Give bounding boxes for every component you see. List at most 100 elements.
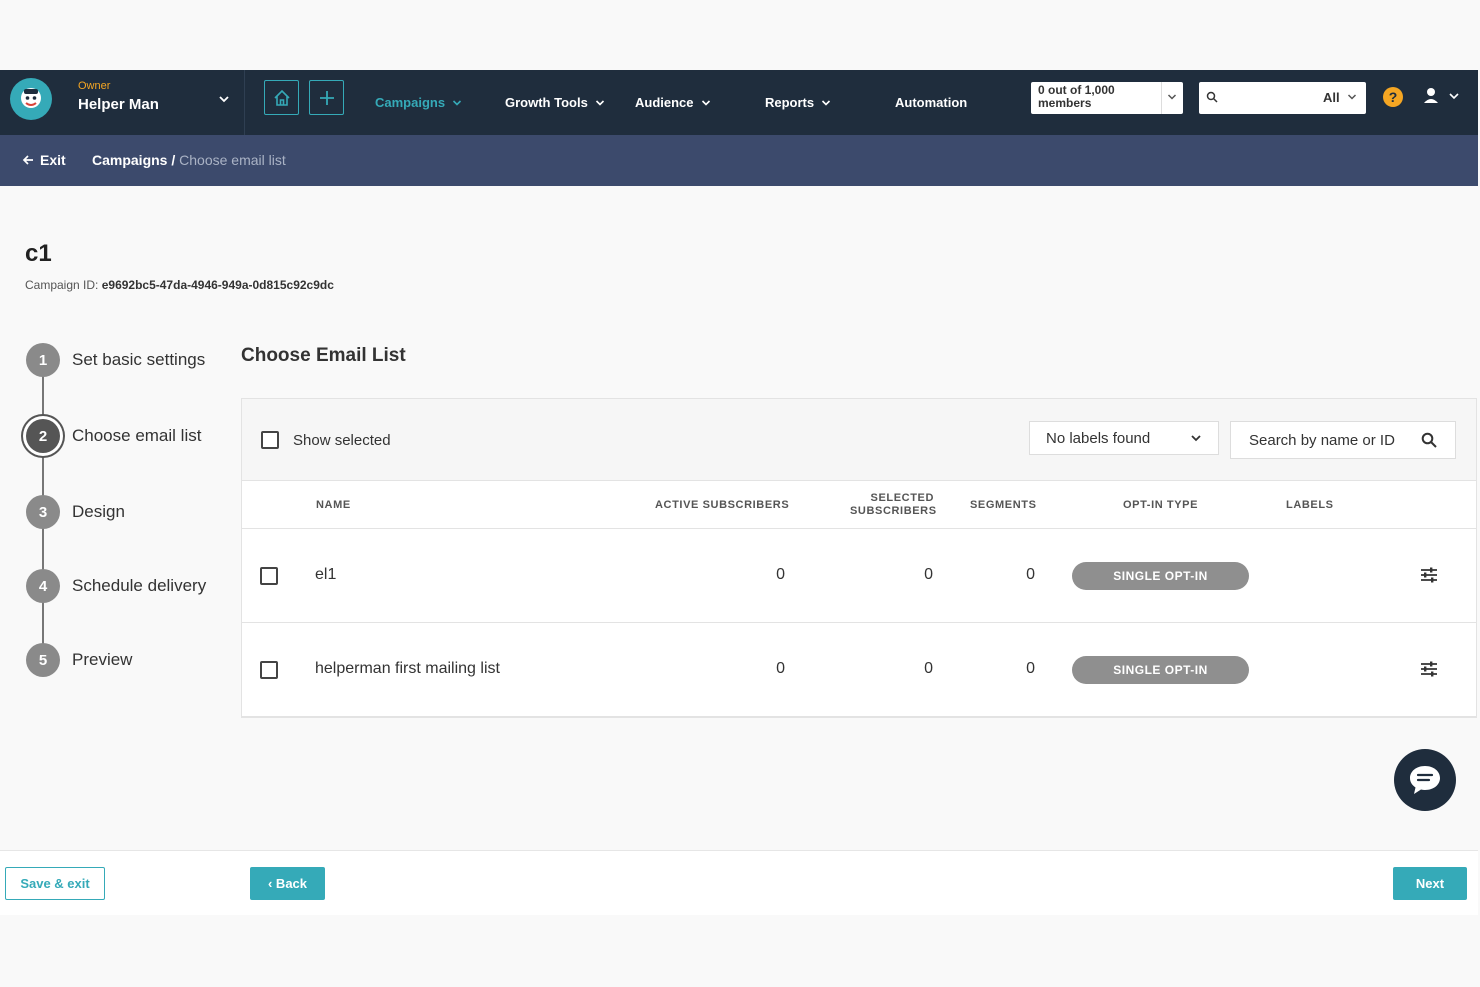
col-selected-line2: SUBSCRIBERS [850, 505, 937, 517]
user-icon [1424, 88, 1459, 103]
owner-label: Owner [78, 80, 111, 92]
top-blank-area [0, 0, 1480, 70]
breadcrumb: Campaigns / Choose email list [92, 152, 286, 168]
page-title: c1 [25, 240, 52, 267]
nav-reports[interactable]: Reports [765, 70, 831, 135]
active-subscribers: 0 [776, 660, 785, 677]
next-button[interactable]: Next [1393, 867, 1467, 900]
step-number: 3 [26, 495, 60, 529]
step-number: 2 [26, 419, 60, 453]
nav-automation-label: Automation [895, 95, 968, 110]
step-number: 1 [26, 343, 60, 377]
step-3[interactable]: 3 Design [26, 495, 125, 529]
opt-in-badge: SINGLE OPT-IN [1072, 562, 1249, 590]
help-icon[interactable]: ? [1383, 87, 1403, 107]
row-checkbox[interactable] [260, 567, 278, 585]
show-selected-label: Show selected [293, 431, 391, 449]
breadcrumb-current: Choose email list [179, 152, 286, 168]
breadcrumb-bar: Exit Campaigns / Choose email list [0, 135, 1478, 186]
col-segments[interactable]: SEGMENTS [970, 499, 1037, 512]
col-name[interactable]: NAME [316, 499, 351, 512]
col-labels[interactable]: LABELS [1286, 499, 1334, 512]
chevron-down-icon[interactable] [218, 92, 230, 110]
exit-link[interactable]: Exit [22, 152, 66, 168]
list-name: el1 [315, 566, 337, 583]
row-checkbox[interactable] [260, 661, 278, 679]
chevron-down-icon [1167, 94, 1177, 100]
breadcrumb-separator: / [167, 152, 180, 168]
chevron-down-icon [595, 99, 604, 106]
email-list-panel: Show selected No labels found NAME ACTIV… [241, 398, 1477, 718]
step-label: Preview [72, 650, 133, 669]
home-button[interactable] [264, 80, 299, 115]
nav-divider [244, 70, 245, 135]
user-menu[interactable] [1422, 86, 1460, 111]
show-selected-checkbox[interactable] [261, 431, 279, 449]
save-exit-button[interactable]: Save & exit [5, 867, 105, 900]
segments-count: 0 [1026, 566, 1035, 583]
members-count: 0 out of 1,000 members [1038, 83, 1115, 110]
search-icon [1206, 91, 1218, 103]
step-label: Design [72, 502, 125, 521]
nav-reports-label: Reports [765, 95, 815, 110]
back-button[interactable]: ‹ Back [250, 867, 325, 900]
row-settings-icon[interactable] [1420, 660, 1438, 683]
step-2[interactable]: 2 Choose email list [26, 419, 201, 453]
row-settings-icon[interactable] [1420, 566, 1438, 589]
selected-subscribers: 0 [924, 566, 933, 583]
logo-icon[interactable] [10, 78, 52, 120]
nav-audience-label: Audience [635, 95, 694, 110]
step-4[interactable]: 4 Schedule delivery [26, 569, 206, 603]
labels-filter-select[interactable]: No labels found [1029, 421, 1219, 455]
segments-count: 0 [1026, 660, 1035, 677]
nav-automation[interactable]: Automation [895, 70, 967, 135]
list-name: helperman first mailing list [315, 660, 500, 677]
breadcrumb-campaigns[interactable]: Campaigns [92, 152, 167, 168]
top-nav: Owner Helper Man Campaigns Growth Tools … [0, 70, 1478, 135]
col-active-subscribers[interactable]: ACTIVE SUBSCRIBERS [655, 499, 789, 512]
account-switcher[interactable]: Owner Helper Man [78, 80, 238, 113]
add-button[interactable] [309, 80, 344, 115]
chat-button[interactable] [1394, 749, 1456, 811]
home-icon [273, 89, 290, 106]
chevron-down-icon [1191, 435, 1201, 442]
bottom-blank-area [0, 915, 1480, 987]
col-selected-subscribers[interactable]: SELECTED SUBSCRIBERS [850, 492, 937, 518]
campaign-id-label: Campaign ID: [25, 278, 99, 292]
list-search-input[interactable] [1249, 431, 1409, 449]
section-title: Choose Email List [241, 345, 406, 366]
plus-icon [319, 90, 334, 105]
table-header: NAME ACTIVE SUBSCRIBERS SELECTED SUBSCRI… [242, 482, 1476, 529]
step-label: Choose email list [72, 426, 202, 445]
col-opt-in-type[interactable]: OPT-IN TYPE [1123, 499, 1198, 512]
nav-audience[interactable]: Audience [635, 70, 711, 135]
members-dropdown[interactable]: 0 out of 1,000 members [1031, 82, 1183, 114]
selected-subscribers: 0 [924, 660, 933, 677]
step-number: 4 [26, 569, 60, 603]
search-icon [1421, 432, 1437, 448]
nav-campaigns-label: Campaigns [375, 95, 446, 110]
chevron-down-icon [1347, 94, 1357, 100]
show-selected-toggle[interactable]: Show selected [261, 431, 391, 449]
chat-icon [1410, 766, 1440, 794]
step-label: Schedule delivery [72, 576, 207, 595]
search-scope-select[interactable]: All [1323, 90, 1340, 105]
nav-growth-tools-label: Growth Tools [505, 95, 588, 110]
global-search[interactable]: All [1199, 82, 1366, 114]
labels-filter-value: No labels found [1046, 429, 1151, 447]
active-subscribers: 0 [776, 566, 785, 583]
owner-name: Helper Man [78, 96, 159, 113]
nav-growth-tools[interactable]: Growth Tools [505, 70, 605, 135]
chevron-down-icon [701, 99, 710, 106]
campaign-id: Campaign ID: e9692bc5-47da-4946-949a-0d8… [25, 278, 334, 292]
step-1[interactable]: 1 Set basic settings [26, 343, 205, 377]
opt-in-badge: SINGLE OPT-IN [1072, 656, 1249, 684]
campaign-id-value: e9692bc5-47da-4946-949a-0d815c92c9dc [101, 278, 334, 292]
chevron-down-icon [453, 99, 462, 106]
step-5[interactable]: 5 Preview [26, 643, 132, 677]
nav-campaigns[interactable]: Campaigns [375, 70, 462, 135]
table-row[interactable]: el1 0 0 0 SINGLE OPT-IN [242, 530, 1476, 623]
table-row[interactable]: helperman first mailing list 0 0 0 SINGL… [242, 624, 1476, 717]
exit-label: Exit [40, 152, 66, 168]
chevron-down-icon [822, 99, 831, 106]
